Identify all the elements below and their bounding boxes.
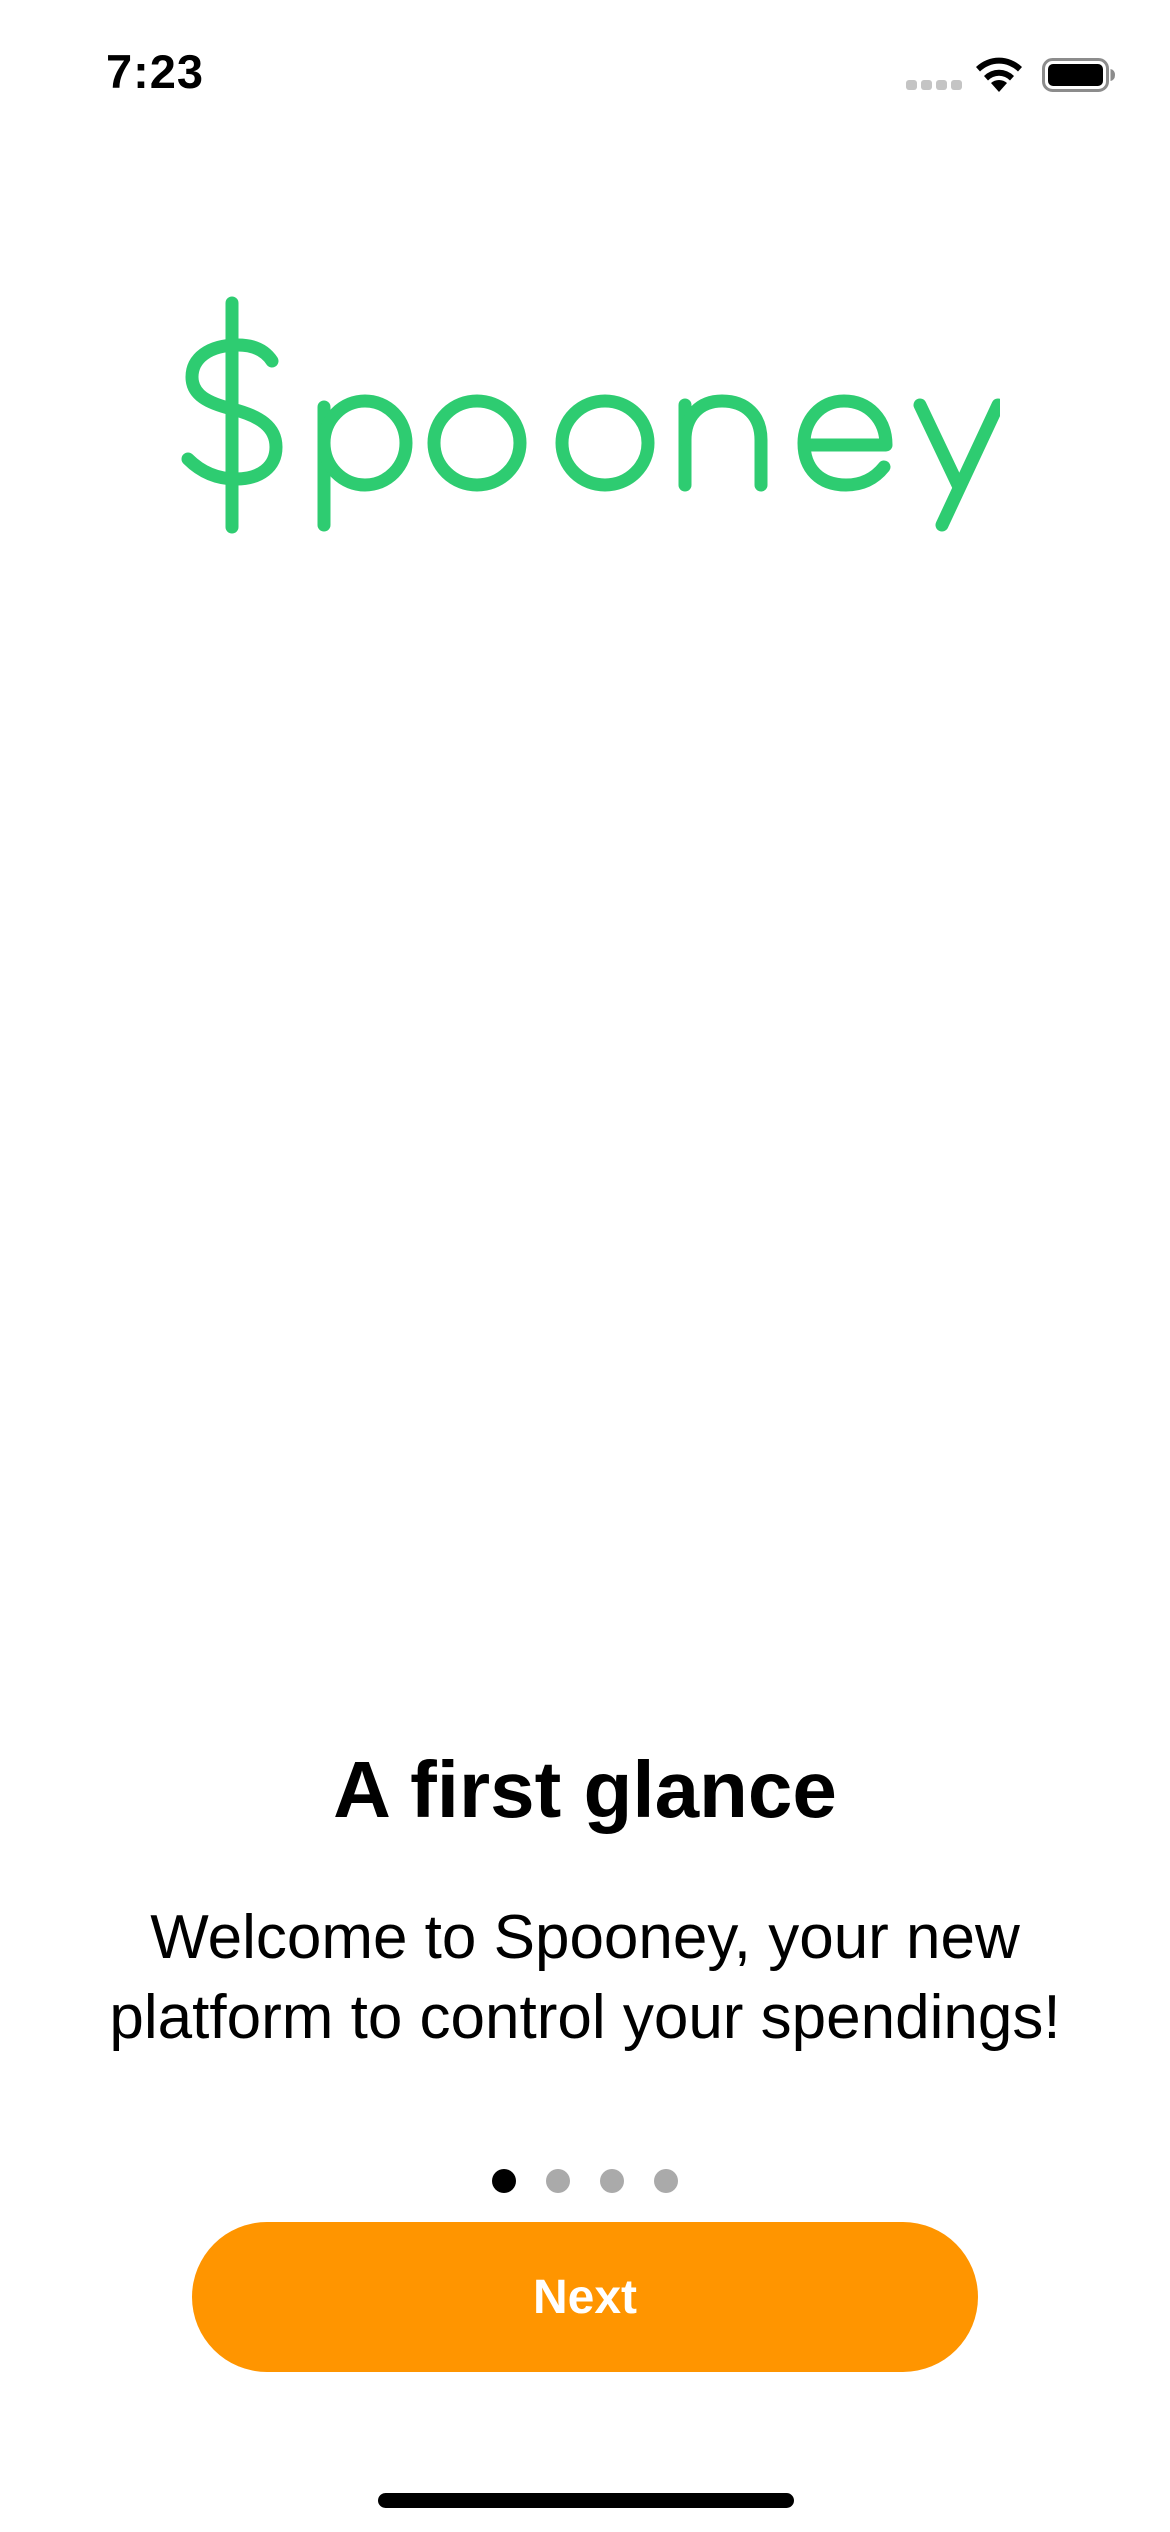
home-indicator[interactable]	[378, 2493, 794, 2508]
page-dot-2[interactable]	[546, 2169, 570, 2193]
page-dot-1[interactable]	[492, 2169, 516, 2193]
page-dot-3[interactable]	[600, 2169, 624, 2193]
next-button[interactable]: Next	[192, 2222, 978, 2372]
wifi-icon	[976, 57, 1022, 92]
cellular-signal-icon	[906, 80, 962, 94]
spooney-logo	[181, 296, 1000, 534]
status-time: 7:23	[106, 45, 205, 98]
page-title: A first glance	[333, 1745, 837, 1834]
page-indicator[interactable]	[0, 2169, 1170, 2193]
page-subtitle: Welcome to Spooney, your new platform to…	[109, 1903, 1061, 2052]
battery-icon	[1042, 58, 1115, 92]
page-dot-4[interactable]	[654, 2169, 678, 2193]
